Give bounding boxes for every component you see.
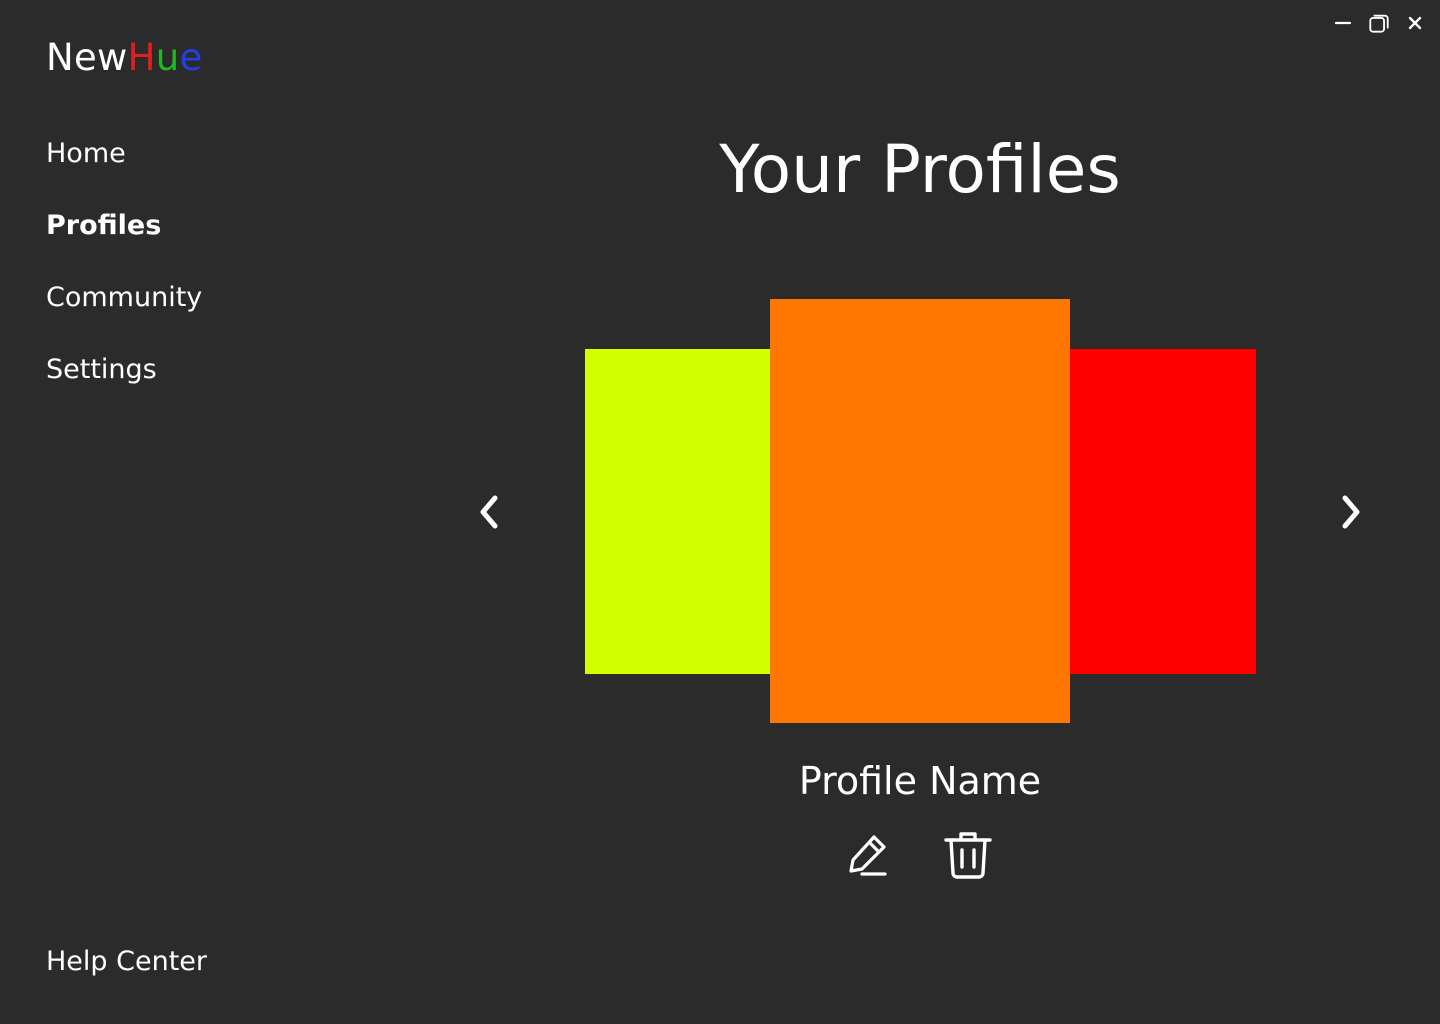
window-controls — [1332, 10, 1426, 36]
sidebar-item-settings[interactable]: Settings — [46, 350, 202, 390]
minimize-button[interactable] — [1332, 10, 1354, 36]
logo-part-e: e — [179, 36, 203, 79]
close-icon — [1408, 16, 1422, 30]
restore-icon — [1369, 14, 1389, 33]
delete-profile-button[interactable] — [940, 828, 996, 882]
profile-card-left[interactable] — [585, 349, 771, 674]
help-center-link[interactable]: Help Center — [46, 942, 207, 982]
app-window: NewHue Home Profiles Community Settings … — [0, 0, 1440, 1024]
logo-part-h: H — [127, 36, 156, 79]
restore-button[interactable] — [1368, 10, 1390, 36]
sidebar-item-community[interactable]: Community — [46, 278, 202, 318]
sidebar-item-home[interactable]: Home — [46, 134, 202, 174]
profile-card-center[interactable] — [770, 299, 1070, 723]
profile-actions — [840, 828, 996, 882]
carousel-next-button[interactable] — [1330, 492, 1370, 532]
minimize-icon — [1334, 21, 1352, 25]
profile-name: Profile Name — [798, 759, 1042, 803]
edit-profile-button[interactable] — [840, 828, 896, 882]
sidebar-nav: Home Profiles Community Settings — [46, 134, 202, 422]
carousel-prev-button[interactable] — [470, 492, 510, 532]
profile-card-right[interactable] — [1069, 349, 1256, 674]
logo-part-new: New — [46, 36, 128, 79]
close-button[interactable] — [1404, 10, 1426, 36]
page-title: Your Profiles — [719, 131, 1121, 208]
chevron-right-icon — [1342, 495, 1360, 529]
chevron-left-icon — [480, 495, 498, 529]
sidebar-item-profiles[interactable]: Profiles — [46, 206, 202, 246]
trash-icon — [944, 832, 992, 879]
pencil-icon — [849, 835, 887, 876]
logo-part-u: u — [155, 36, 180, 79]
app-logo[interactable]: NewHue — [46, 36, 203, 80]
